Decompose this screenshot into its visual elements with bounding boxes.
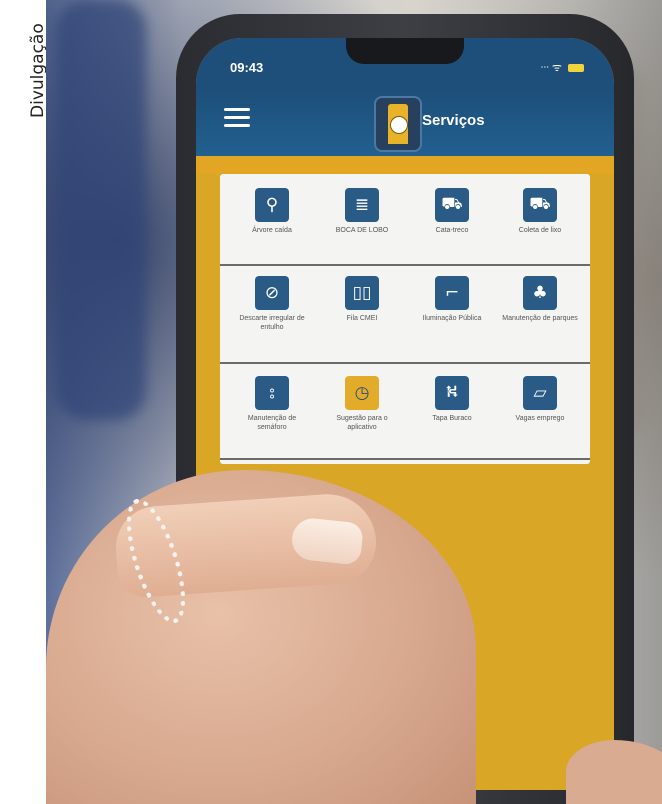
service-tile[interactable]: ⦂ Manutenção de semáforo <box>234 376 310 432</box>
traffic-light-icon: ⦂ <box>255 376 289 410</box>
book-icon: ▯▯ <box>345 276 379 310</box>
service-label: Coleta de lixo <box>518 227 562 234</box>
park-tree-icon: ♣ <box>523 276 557 310</box>
app-logo-icon <box>374 96 422 152</box>
service-label: Manutenção de parques <box>502 315 578 322</box>
service-label: Fila CMEI <box>346 315 378 322</box>
tree-search-icon: ⚲ <box>255 188 289 222</box>
service-tile[interactable]: ♣ Manutenção de parques <box>502 276 578 324</box>
service-tile[interactable]: ⛟ Cata-treco <box>414 188 490 236</box>
services-row: ⦂ Manutenção de semáforo ◷ Sugestão para… <box>220 364 590 460</box>
service-label: Vagas emprego <box>515 415 565 422</box>
photo-credit: Divulgação <box>2 0 48 130</box>
service-tile[interactable]: ⊘ Descarte irregular de entulho <box>234 276 310 332</box>
service-label: Tapa Buraco <box>432 415 472 422</box>
service-label: Cata-treco <box>435 227 469 234</box>
hand-right <box>566 740 662 804</box>
status-time: 09:43 <box>230 60 264 75</box>
signal-icon: ᐧᐧᐧ ᯤ <box>540 62 562 74</box>
photograph: 09:43 ᐧᐧᐧ ᯤ Serviços ⚲ Árvore caída ≣ BO… <box>46 0 662 804</box>
phone-notch <box>346 38 464 64</box>
page-title: Serviços <box>422 112 485 129</box>
photo-credit-text: Divulgação <box>28 23 48 118</box>
service-label: Iluminação Pública <box>422 315 482 322</box>
service-tile[interactable]: ◷ Sugestão para o aplicativo <box>324 376 400 432</box>
pothole-icon: ⛕ <box>435 376 469 410</box>
status-bar: 09:43 ᐧᐧᐧ ᯤ <box>196 38 614 92</box>
battery-icon <box>568 64 584 73</box>
service-label: Manutenção de semáforo <box>247 415 297 431</box>
status-icons: ᐧᐧᐧ ᯤ <box>540 60 584 75</box>
service-label: Árvore caída <box>252 227 292 234</box>
services-row: ⊘ Descarte irregular de entulho ▯▯ Fila … <box>220 266 590 364</box>
service-tile[interactable]: ▱ Vagas emprego <box>502 376 578 424</box>
job-sign-icon: ▱ <box>523 376 557 410</box>
service-tile[interactable]: ⌐ Iluminação Pública <box>414 276 490 324</box>
drain-icon: ≣ <box>345 188 379 222</box>
app-logo-icon: ◷ <box>345 376 379 410</box>
app-header: Serviços <box>196 92 614 156</box>
garbage-truck-icon: ⛟ <box>523 188 557 222</box>
service-label: BOCA DE LOBO <box>335 227 389 234</box>
service-tile[interactable]: ≣ BOCA DE LOBO <box>324 188 400 236</box>
services-row: ⚲ Árvore caída ≣ BOCA DE LOBO ⛟ Cata-tre… <box>220 176 590 266</box>
service-tile[interactable]: ⚲ Árvore caída <box>234 188 310 236</box>
service-tile[interactable]: ▯▯ Fila CMEI <box>324 276 400 324</box>
no-dumping-icon: ⊘ <box>255 276 289 310</box>
services-card: ⚲ Árvore caída ≣ BOCA DE LOBO ⛟ Cata-tre… <box>220 174 590 464</box>
service-label: Descarte irregular de entulho <box>239 315 305 331</box>
service-tile[interactable]: ⛟ Coleta de lixo <box>502 188 578 236</box>
service-tile[interactable]: ⛕ Tapa Buraco <box>414 376 490 424</box>
hamburger-menu-icon[interactable] <box>224 108 250 128</box>
header-accent-strip <box>196 156 614 174</box>
street-light-icon: ⌐ <box>435 276 469 310</box>
service-label: Sugestão para o aplicativo <box>336 415 388 431</box>
truck-icon: ⛟ <box>435 188 469 222</box>
